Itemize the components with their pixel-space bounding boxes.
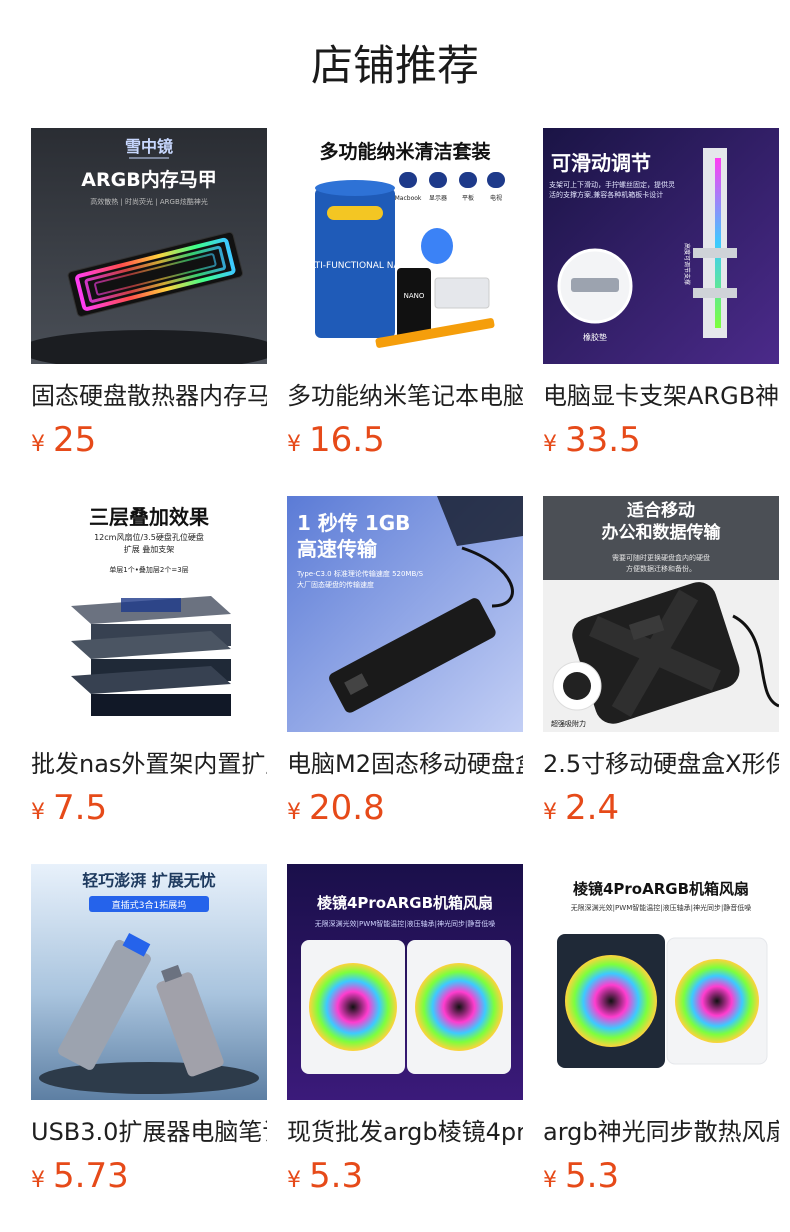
product-price: 33.5 (565, 420, 641, 460)
product-image[interactable]: 适合移动 办公和数据传输 需要可随时更换硬盘盒内的硬盘 方便数据迁移和备份。 超… (543, 496, 779, 732)
price-row: ¥ 5.3 (543, 1158, 779, 1194)
image-label: 电视 (490, 194, 502, 202)
image-subline: Type-C3.0 标准理论传输速度 520MB/S (296, 569, 424, 578)
product-image[interactable]: 可滑动调节 支架可上下滑动，手拧螺丝固定，提供灵活的支撑方案,兼容各种机箱板卡设… (543, 128, 779, 364)
image-headline: 适合移动 (627, 500, 695, 521)
currency-symbol: ¥ (287, 800, 301, 825)
product-name[interactable]: 电脑M2固态移动硬盘盒 (287, 748, 523, 780)
can-label: MULTI-FUNCTIONAL NANO (296, 261, 413, 271)
price-row: ¥ 25 (31, 422, 267, 458)
image-headline: 1 秒传 1GB (297, 511, 410, 535)
image-headline: 可滑动调节 (551, 151, 651, 175)
product-card[interactable]: 棱镜4ProARGB机箱风扇 无限深渊光效|PWM智能温控|液压轴承|神光同步|… (287, 864, 523, 1232)
image-headline: 轻巧澎湃 扩展无忧 (82, 871, 216, 890)
price-row: ¥ 5.73 (31, 1158, 267, 1194)
price-row: ¥ 7.5 (31, 790, 267, 826)
image-headline: ARGB内存马甲 (81, 168, 216, 191)
image-subline: 单层1个•叠加层2个=3层 (109, 565, 188, 574)
image-subline: 大厂固态硬盘的传输速度 (297, 580, 374, 589)
product-price: 20.8 (309, 788, 385, 828)
price-row: ¥ 20.8 (287, 790, 523, 826)
product-image[interactable]: 棱镜4ProARGB机箱风扇 无限深渊光效|PWM智能温控|液压轴承|神光同步|… (543, 864, 779, 1100)
product-card[interactable]: 三层叠加效果 12cm风扇位/3.5硬盘孔位硬盘 扩展 叠加支架 单层1个•叠加… (31, 496, 267, 864)
image-subline: 高效散热 | 时尚荧光 | ARGB炫酷神光 (90, 197, 208, 206)
image-headline: 棱镜4ProARGB机箱风扇 (317, 894, 493, 912)
image-subline: 无限深渊光效|PWM智能温控|液压轴承|神光同步|静音低噪 (315, 919, 496, 928)
image-side-label: 高度可调节支撑 (683, 243, 691, 285)
product-price: 5.3 (565, 1156, 620, 1196)
currency-symbol: ¥ (287, 432, 301, 457)
product-name[interactable]: 固态硬盘散热器内存马甲 (31, 380, 267, 412)
product-image[interactable]: 棱镜4ProARGB机箱风扇 无限深渊光效|PWM智能温控|液压轴承|神光同步|… (287, 864, 523, 1100)
product-price: 25 (53, 420, 97, 460)
image-subline: 需要可随时更换硬盘盒内的硬盘 (612, 553, 710, 562)
image-headline: 多功能纳米清洁套装 (319, 140, 490, 163)
product-price: 5.73 (53, 1156, 129, 1196)
product-card[interactable]: 轻巧澎湃 扩展无忧 直插式3合1拓展坞 USB3.0扩展器电脑笔记本集线器 ¥ … (31, 864, 267, 1232)
price-row: ¥ 2.4 (543, 790, 779, 826)
product-name[interactable]: 2.5寸移动硬盘盒X形保护套 (543, 748, 779, 780)
product-image[interactable]: 三层叠加效果 12cm风扇位/3.5硬盘孔位硬盘 扩展 叠加支架 单层1个•叠加… (31, 496, 267, 732)
product-price: 5.3 (309, 1156, 364, 1196)
currency-symbol: ¥ (31, 1168, 45, 1193)
currency-symbol: ¥ (543, 1168, 557, 1193)
product-name[interactable]: 电脑显卡支架ARGB神光同步 (543, 380, 779, 412)
product-card[interactable]: 可滑动调节 支架可上下滑动，手拧螺丝固定，提供灵活的支撑方案,兼容各种机箱板卡设… (543, 128, 779, 496)
product-name[interactable]: argb神光同步散热风扇 (543, 1116, 779, 1148)
image-subline: 方便数据迁移和备份。 (626, 564, 696, 573)
product-price: 2.4 (565, 788, 620, 828)
currency-symbol: ¥ (31, 432, 45, 457)
product-card[interactable]: 1 秒传 1GB 高速传输 Type-C3.0 标准理论传输速度 520MB/S… (287, 496, 523, 864)
product-card[interactable]: 适合移动 办公和数据传输 需要可随时更换硬盘盒内的硬盘 方便数据迁移和备份。 超… (543, 496, 779, 864)
image-subline: 12cm风扇位/3.5硬盘孔位硬盘 (94, 532, 204, 542)
image-headline: 办公和数据传输 (602, 522, 722, 543)
currency-symbol: ¥ (287, 1168, 301, 1193)
currency-symbol: ¥ (543, 432, 557, 457)
product-image[interactable]: 轻巧澎湃 扩展无忧 直插式3合1拓展坞 (31, 864, 267, 1100)
image-tag: 超强吸附力 (551, 719, 586, 728)
product-image[interactable]: 多功能纳米清洁套装 Macbook 显示器 平板 电视 MULTI-FUNCTI… (287, 128, 523, 364)
product-price: 16.5 (309, 420, 385, 460)
image-tag: 橡胶垫 (583, 332, 607, 342)
product-image[interactable]: 1 秒传 1GB 高速传输 Type-C3.0 标准理论传输速度 520MB/S… (287, 496, 523, 732)
price-row: ¥ 33.5 (543, 422, 779, 458)
product-card[interactable]: 棱镜4ProARGB机箱风扇 无限深渊光效|PWM智能温控|液压轴承|神光同步|… (543, 864, 779, 1232)
product-name[interactable]: 多功能纳米笔记本电脑清洁套装 (287, 380, 523, 412)
product-card[interactable]: 雪中镜 ARGB内存马甲 高效散热 | 时尚荧光 | ARGB炫酷神光 固态硬盘… (31, 128, 267, 496)
product-name[interactable]: 现货批发argb棱镜4pro机箱风扇 (287, 1116, 523, 1148)
product-image[interactable]: 雪中镜 ARGB内存马甲 高效散热 | 时尚荧光 | ARGB炫酷神光 (31, 128, 267, 364)
price-row: ¥ 16.5 (287, 422, 523, 458)
image-subline: 无限深渊光效|PWM智能温控|液压轴承|神光同步|静音低噪 (571, 903, 752, 912)
image-headline: 高速传输 (297, 537, 378, 561)
product-grid: 雪中镜 ARGB内存马甲 高效散热 | 时尚荧光 | ARGB炫酷神光 固态硬盘… (31, 128, 779, 1232)
product-card[interactable]: 多功能纳米清洁套装 Macbook 显示器 平板 电视 MULTI-FUNCTI… (287, 128, 523, 496)
image-headline: 棱镜4ProARGB机箱风扇 (573, 880, 749, 898)
image-label: 显示器 (429, 195, 447, 202)
product-name[interactable]: USB3.0扩展器电脑笔记本集线器 (31, 1116, 267, 1148)
bottle-label: NANO (404, 292, 425, 300)
currency-symbol: ¥ (543, 800, 557, 825)
image-label: Macbook (395, 195, 422, 202)
currency-symbol: ¥ (31, 800, 45, 825)
product-price: 7.5 (53, 788, 108, 828)
image-headline: 三层叠加效果 (89, 505, 209, 529)
price-row: ¥ 5.3 (287, 1158, 523, 1194)
image-badge: 直插式3合1拓展坞 (112, 899, 186, 911)
image-subline: 支架可上下滑动，手拧螺丝固定，提供灵活的支撑方案,兼容各种机箱板卡设计 (549, 181, 675, 199)
page-title: 店铺推荐 (310, 41, 479, 90)
image-subline: 扩展 叠加支架 (124, 544, 175, 554)
image-label: 平板 (462, 194, 474, 202)
brand-logo: 雪中镜 (125, 137, 173, 156)
product-name[interactable]: 批发nas外置架内置扩展硬盘支架 (31, 748, 267, 780)
